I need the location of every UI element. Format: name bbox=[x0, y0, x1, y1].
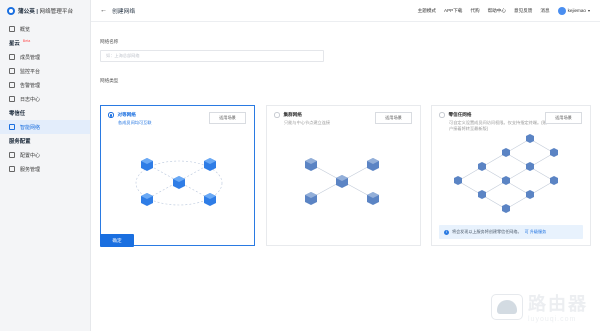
user-menu[interactable]: kejiemao ▾ bbox=[557, 6, 590, 15]
router-logo-icon bbox=[491, 293, 523, 320]
info-icon: i bbox=[444, 229, 449, 235]
node-icon bbox=[454, 176, 462, 185]
node-icon bbox=[336, 175, 348, 188]
network-name-label: 网络名称 bbox=[100, 39, 119, 44]
card-zero-trust-network[interactable]: 零信任网络 可自定义设置成员间访问权限。仅支持指定终端。(账户接着将转至最新版)… bbox=[431, 105, 591, 246]
node-icon bbox=[526, 162, 534, 171]
watermark: 路由器 luyouqi.com bbox=[491, 290, 588, 323]
network-name-input[interactable]: 如：上海总部网络 bbox=[100, 50, 324, 62]
top-links: 主题模式 APP下载 代购 帮助中心 意见反馈 消息 kejiemao ▾ bbox=[418, 6, 590, 15]
monitor-icon bbox=[9, 68, 15, 74]
card-peer-network[interactable]: 对等网络 各成员间均可互联 适用场景 bbox=[100, 105, 255, 246]
node-icon bbox=[305, 192, 317, 205]
group-title-service: 服务配置 bbox=[9, 139, 31, 145]
node-icon bbox=[502, 204, 510, 213]
upgrade-notice: i 将会发现以上服务将创建零信任网络。 可 升级服务 bbox=[439, 225, 583, 239]
network-type-label: 网络类型 bbox=[100, 78, 119, 83]
sidebar-item-label: 监控平台 bbox=[20, 68, 41, 75]
back-arrow-icon[interactable]: ← bbox=[100, 7, 107, 14]
brand-name: 蒲公英 | 网络管理平台 bbox=[18, 9, 74, 15]
sidebar-item-smart-network[interactable]: 智能网络 bbox=[0, 120, 90, 134]
purchase-link[interactable]: 代购 bbox=[470, 8, 479, 14]
node-icon bbox=[478, 162, 486, 171]
node-icon bbox=[502, 148, 510, 157]
node-icon bbox=[526, 190, 534, 199]
sidebar-item-label: 概览 bbox=[20, 26, 31, 33]
node-icon bbox=[141, 193, 153, 206]
notice-text: 将会发现以上服务将创建零信任网络。 bbox=[452, 229, 522, 234]
node-icon bbox=[204, 193, 216, 206]
input-placeholder: 如：上海总部网络 bbox=[106, 53, 140, 58]
avatar bbox=[557, 6, 566, 15]
theme-link[interactable]: 主题模式 bbox=[418, 8, 436, 14]
upgrade-service-link[interactable]: 可 升级服务 bbox=[525, 229, 547, 235]
users-icon bbox=[9, 54, 15, 60]
sidebar-item-logs[interactable]: 日志中心 bbox=[0, 92, 90, 106]
sidebar-item-members[interactable]: 成员管理 bbox=[0, 50, 90, 64]
node-icon bbox=[305, 158, 317, 171]
network-type-cards: 对等网络 各成员间均可互联 适用场景 集群网络 只能与中心节点建立连接 适用场景… bbox=[100, 105, 591, 246]
node-icon bbox=[173, 176, 185, 189]
help-center-link[interactable]: 帮助中心 bbox=[488, 8, 506, 14]
chevron-down-icon: ▾ bbox=[587, 7, 590, 13]
brand[interactable]: 蒲公英 | 网络管理平台 bbox=[0, 0, 90, 22]
node-icon bbox=[502, 176, 510, 185]
main-content: 网络名称 如：上海总部网络 网络类型 对等网络 各成员间均可互联 适用场景 集群… bbox=[91, 22, 600, 331]
node-icon bbox=[478, 190, 486, 199]
sidebar-item-label: 成员管理 bbox=[20, 54, 41, 61]
calendar-icon bbox=[9, 96, 15, 102]
sidebar-item-alerts[interactable]: 告警管理 bbox=[0, 78, 90, 92]
feedback-link[interactable]: 意见反馈 bbox=[514, 8, 532, 14]
bell-icon bbox=[9, 82, 15, 88]
node-icon bbox=[367, 192, 379, 205]
page-title: 创建网络 bbox=[112, 9, 136, 15]
home-icon bbox=[9, 26, 15, 32]
node-icon bbox=[141, 158, 153, 171]
messages-link[interactable]: 消息 bbox=[540, 8, 549, 14]
settings-icon bbox=[9, 152, 15, 158]
node-icon bbox=[526, 134, 534, 143]
cluster-topology-diagram bbox=[305, 158, 379, 205]
sidebar-item-label: 智能网络 bbox=[20, 124, 41, 131]
sidebar-item-service-manage[interactable]: 服务管理 bbox=[0, 162, 90, 176]
sidebar: 蒲公英 | 网络管理平台 概览 星云 Beta 成员管理 监控平台 告警管理 日志… bbox=[0, 0, 91, 331]
sidebar-item-label: 日志中心 bbox=[20, 96, 41, 103]
peer-topology-diagram bbox=[135, 158, 223, 206]
sidebar-item-label: 配置中心 bbox=[20, 152, 41, 159]
group-title-zero-trust: 零信任 bbox=[9, 111, 26, 117]
topbar: ← 创建网络 主题模式 APP下载 代购 帮助中心 意见反馈 消息 kejiem… bbox=[91, 0, 600, 22]
username: kejiemao bbox=[567, 7, 586, 13]
node-icon bbox=[550, 148, 558, 157]
confirm-button[interactable]: 确定 bbox=[100, 234, 134, 247]
group-title-star: 星云 Beta bbox=[9, 39, 31, 47]
beta-badge: Beta bbox=[22, 39, 31, 43]
watermark-text: 路由器 luyouqi.com bbox=[528, 294, 588, 323]
dandelion-logo-icon bbox=[7, 7, 15, 15]
network-icon bbox=[9, 124, 15, 130]
sidebar-item-label: 告警管理 bbox=[20, 82, 41, 89]
card-cluster-network[interactable]: 集群网络 只能与中心节点建立连接 适用场景 bbox=[266, 105, 421, 246]
sidebar-item-overview[interactable]: 概览 bbox=[0, 22, 90, 36]
app-download-link[interactable]: APP下载 bbox=[444, 8, 462, 14]
node-icon bbox=[204, 158, 216, 171]
node-icon bbox=[367, 158, 379, 171]
node-icon bbox=[550, 176, 558, 185]
sidebar-item-monitor[interactable]: 监控平台 bbox=[0, 64, 90, 78]
server-icon bbox=[9, 166, 15, 172]
sidebar-item-label: 服务管理 bbox=[20, 166, 41, 173]
sidebar-item-config-center[interactable]: 配置中心 bbox=[0, 148, 90, 162]
